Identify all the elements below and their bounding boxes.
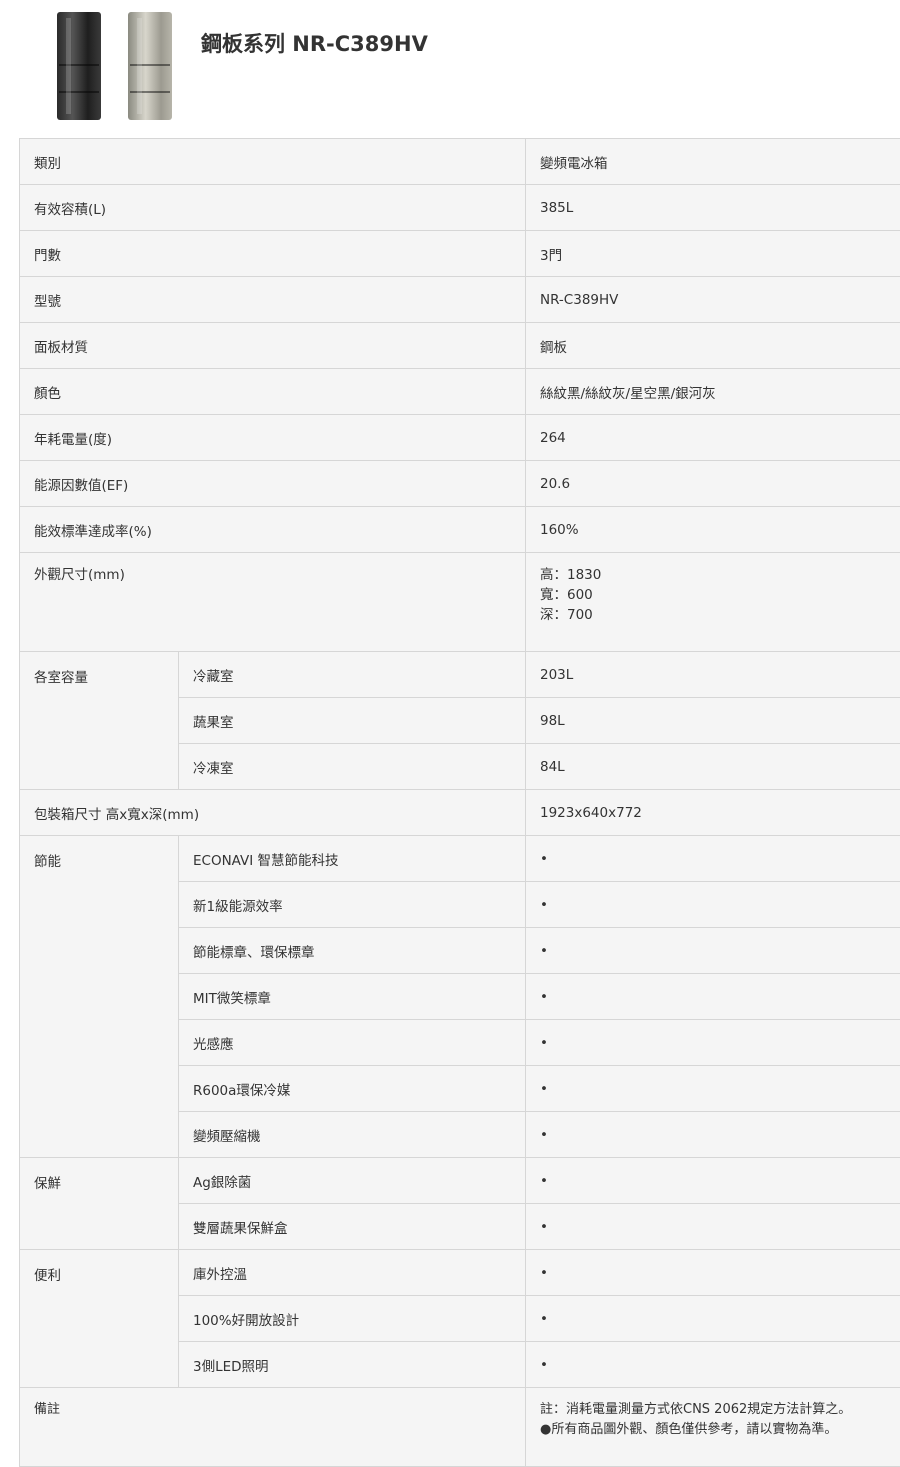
spec-sublabel: 100%好開放設計	[179, 1296, 526, 1342]
spec-label: 顏色	[20, 369, 526, 415]
spec-value: •	[526, 1158, 900, 1204]
spec-sublabel: 節能標章、環保標章	[179, 928, 526, 974]
spec-sublabel: 冷藏室	[179, 652, 526, 698]
spec-group-label: 節能	[20, 836, 179, 1158]
spec-value: 1923x640x772	[526, 790, 900, 836]
spec-row-model: 型號 NR-C389HV	[20, 277, 900, 323]
spec-label: 備註	[20, 1388, 526, 1467]
spec-value: •	[526, 1066, 900, 1112]
spec-value: •	[526, 1296, 900, 1342]
spec-value: •	[526, 928, 900, 974]
spec-sublabel: 冷凍室	[179, 744, 526, 790]
spec-value: 3門	[526, 231, 900, 277]
spec-value: 160%	[526, 507, 900, 553]
spec-group-label: 便利	[20, 1250, 179, 1388]
spec-row-capacity: 有效容積(L) 385L	[20, 185, 900, 231]
spec-value: 84L	[526, 744, 900, 790]
spec-value: •	[526, 1020, 900, 1066]
spec-value: •	[526, 1342, 900, 1388]
spec-label: 能效標準達成率(%)	[20, 507, 526, 553]
spec-row-doors: 門數 3門	[20, 231, 900, 277]
spec-row-package: 包裝箱尺寸 高x寬x深(mm) 1923x640x772	[20, 790, 900, 836]
dimension-depth: 深：700	[540, 605, 900, 625]
spec-row-dimensions: 外觀尺寸(mm) 高：1830 寬：600 深：700	[20, 553, 900, 652]
spec-value: 鋼板	[526, 323, 900, 369]
spec-group-label: 保鮮	[20, 1158, 179, 1250]
spec-value: 385L	[526, 185, 900, 231]
spec-label: 包裝箱尺寸 高x寬x深(mm)	[20, 790, 526, 836]
spec-row-freshness: 保鮮 Ag銀除菌 •	[20, 1158, 900, 1204]
spec-value: 絲紋黑/絲紋灰/星空黑/銀河灰	[526, 369, 900, 415]
spec-label: 類別	[20, 139, 526, 185]
spec-value: •	[526, 836, 900, 882]
spec-label: 門數	[20, 231, 526, 277]
spec-value: •	[526, 1204, 900, 1250]
dimension-width: 寬：600	[540, 585, 900, 605]
spec-row-energy-factor: 能源因數值(EF) 20.6	[20, 461, 900, 507]
spec-sublabel: Ag銀除菌	[179, 1158, 526, 1204]
spec-row-color: 顏色 絲紋黑/絲紋灰/星空黑/銀河灰	[20, 369, 900, 415]
spec-row-category: 類別 變頻電冰箱	[20, 139, 900, 185]
spec-value: •	[526, 882, 900, 928]
product-header: 鋼板系列 NR-C389HV	[0, 0, 900, 138]
spec-value: 變頻電冰箱	[526, 139, 900, 185]
spec-value: NR-C389HV	[526, 277, 900, 323]
spec-sublabel: 庫外控溫	[179, 1250, 526, 1296]
remark-line: 註：消耗電量測量方式依CNS 2062規定方法計算之。	[540, 1400, 900, 1420]
spec-sublabel: ECONAVI 智慧節能科技	[179, 836, 526, 882]
spec-row-efficiency-rate: 能效標準達成率(%) 160%	[20, 507, 900, 553]
spec-value: •	[526, 1112, 900, 1158]
dimension-height: 高：1830	[540, 565, 900, 585]
product-title: 鋼板系列 NR-C389HV	[201, 28, 428, 58]
spec-sublabel: 蔬果室	[179, 698, 526, 744]
spec-row-annual-power: 年耗電量(度) 264	[20, 415, 900, 461]
spec-value: 98L	[526, 698, 900, 744]
spec-row-panel: 面板材質 鋼板	[20, 323, 900, 369]
spec-row-convenience: 便利 庫外控溫 •	[20, 1250, 900, 1296]
spec-value: 264	[526, 415, 900, 461]
spec-sublabel: 變頻壓縮機	[179, 1112, 526, 1158]
spec-sublabel: 光感應	[179, 1020, 526, 1066]
spec-sublabel: 新1級能源效率	[179, 882, 526, 928]
spec-label: 年耗電量(度)	[20, 415, 526, 461]
spec-value: 20.6	[526, 461, 900, 507]
spec-table: 類別 變頻電冰箱 有效容積(L) 385L 門數 3門 型號 NR-C389HV…	[19, 138, 900, 1467]
spec-label: 外觀尺寸(mm)	[20, 553, 526, 652]
spec-value: 註：消耗電量測量方式依CNS 2062規定方法計算之。 ●所有商品圖外觀、顏色僅…	[526, 1388, 900, 1467]
spec-sublabel: R600a環保冷媒	[179, 1066, 526, 1112]
spec-value: •	[526, 1250, 900, 1296]
spec-label: 型號	[20, 277, 526, 323]
spec-sublabel: 3側LED照明	[179, 1342, 526, 1388]
spec-label: 面板材質	[20, 323, 526, 369]
spec-row-compartment: 各室容量 冷藏室 203L	[20, 652, 900, 698]
spec-sublabel: MIT微笑標章	[179, 974, 526, 1020]
spec-value: 高：1830 寬：600 深：700	[526, 553, 900, 652]
spec-group-label: 各室容量	[20, 652, 179, 790]
spec-value: •	[526, 974, 900, 1020]
remark-line: ●所有商品圖外觀、顏色僅供參考，請以實物為準。	[540, 1420, 900, 1440]
spec-row-energy-saving: 節能 ECONAVI 智慧節能科技 •	[20, 836, 900, 882]
spec-label: 有效容積(L)	[20, 185, 526, 231]
spec-sublabel: 雙層蔬果保鮮盒	[179, 1204, 526, 1250]
refrigerator-silver-image	[128, 12, 172, 120]
spec-row-remarks: 備註 註：消耗電量測量方式依CNS 2062規定方法計算之。 ●所有商品圖外觀、…	[20, 1388, 900, 1467]
spec-value: 203L	[526, 652, 900, 698]
spec-label: 能源因數值(EF)	[20, 461, 526, 507]
refrigerator-black-image	[57, 12, 101, 120]
